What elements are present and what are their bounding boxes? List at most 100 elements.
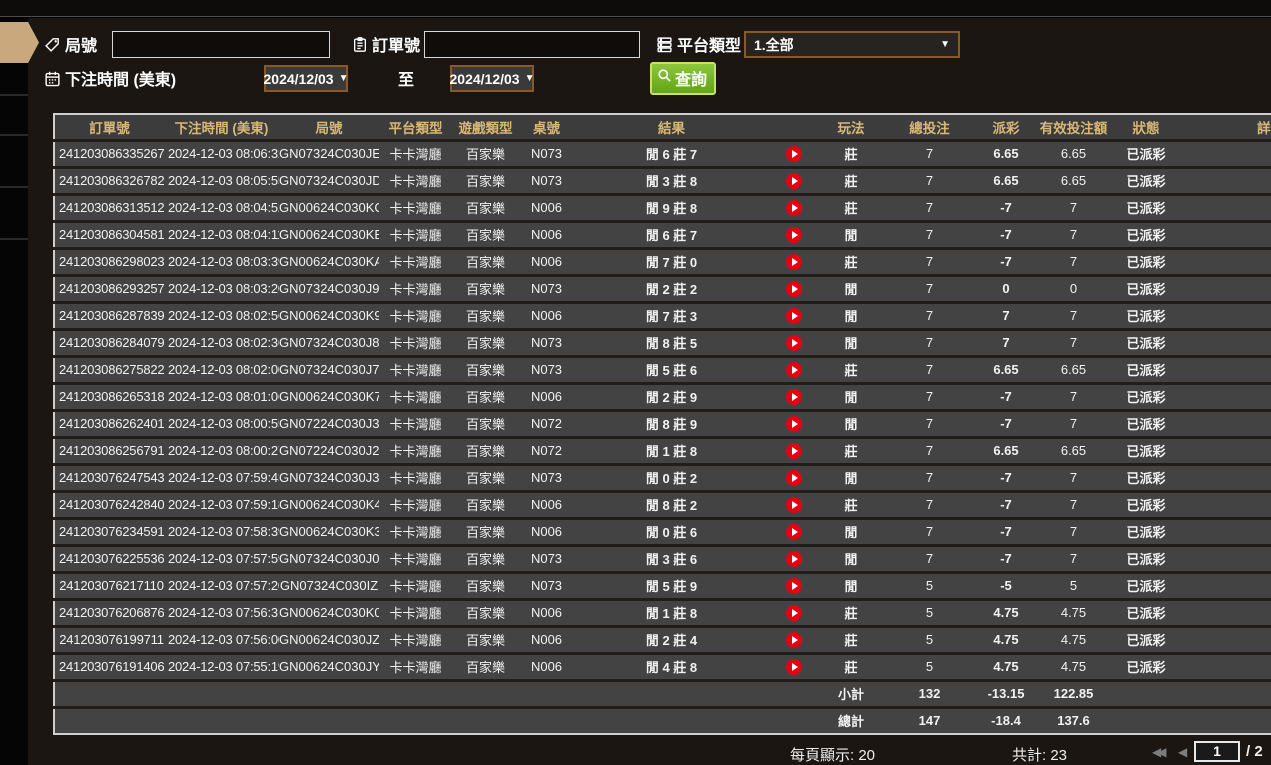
page-number-input[interactable]: 1 — [1194, 741, 1240, 762]
cell-platform: 卡卡灣廳 — [379, 329, 452, 358]
replay-play-icon[interactable] — [786, 226, 802, 243]
replay-play-icon[interactable] — [786, 658, 802, 675]
replay-play-icon[interactable] — [786, 577, 802, 594]
round-number-input[interactable] — [112, 31, 330, 58]
replay-play-icon[interactable] — [786, 253, 802, 270]
cell-total_bet: 7 — [883, 248, 976, 277]
sidebar-segment[interactable] — [0, 136, 28, 188]
cell-game_type: 百家樂 — [452, 572, 519, 601]
cell-extra — [1181, 626, 1271, 655]
cell-status: 已派彩 — [1111, 167, 1181, 196]
cell-game_type: 百家樂 — [452, 491, 519, 520]
cell-total_bet: 7 — [883, 383, 976, 412]
cell-play: 閒 — [819, 221, 883, 250]
cell-play: 莊 — [819, 653, 883, 682]
cell-game_type: 百家樂 — [452, 356, 519, 385]
cell-result: 閒 7 莊 0 — [574, 248, 769, 277]
cell-total_bet: 5 — [883, 599, 976, 628]
cell-total_bet: 7 — [883, 464, 976, 493]
subtotal-row: 小計 132 -13.15 122.85 — [54, 680, 1271, 709]
replay-play-icon[interactable] — [786, 361, 802, 378]
cell-result: 閒 0 莊 6 — [574, 518, 769, 547]
replay-play-icon[interactable] — [786, 307, 802, 324]
cell-table_no: N073 — [519, 329, 574, 358]
replay-play-icon[interactable] — [786, 604, 802, 621]
cell-valid_bet: 6.65 — [1036, 437, 1111, 466]
cell-game_type: 百家樂 — [452, 599, 519, 628]
cell-total_bet: 7 — [883, 356, 976, 385]
cell-payout: 6.65 — [976, 437, 1036, 466]
order-number-label: 訂單號 — [372, 38, 421, 55]
cell-platform: 卡卡灣廳 — [379, 248, 452, 277]
cell-order: 241203086304581 — [54, 221, 164, 250]
replay-play-icon[interactable] — [786, 280, 802, 297]
date-from-picker[interactable]: 2024/12/03 ▼ — [264, 65, 349, 92]
cell-platform: 卡卡灣廳 — [379, 221, 452, 250]
cell-result: 閒 0 莊 2 — [574, 464, 769, 493]
cell-replay — [769, 140, 819, 169]
first-page-icon[interactable]: ◀◀ — [1152, 745, 1167, 759]
cell-round: GN00624C030K0 — [279, 599, 379, 628]
date-to-picker[interactable]: 2024/12/03 ▼ — [450, 65, 535, 92]
cell-play: 莊 — [819, 167, 883, 196]
cell-round: GN07324C030J8 — [279, 329, 379, 358]
empty-cell — [1181, 680, 1271, 709]
platform-type-select[interactable]: 1.全部 ▼ — [744, 31, 960, 58]
replay-play-icon[interactable] — [786, 523, 802, 540]
order-number-input[interactable] — [424, 31, 640, 58]
cell-table_no: N006 — [519, 491, 574, 520]
cell-order: 241203076199711 — [54, 626, 164, 655]
cell-extra — [1181, 275, 1271, 304]
replay-play-icon[interactable] — [786, 334, 802, 351]
replay-play-icon[interactable] — [786, 145, 802, 162]
cell-payout: -7 — [976, 464, 1036, 493]
prev-page-icon[interactable]: ◀ — [1178, 745, 1187, 759]
table-row: 241203076247543 2024-12-03 07:59:43 GN0732… — [54, 464, 1271, 493]
cell-game_type: 百家樂 — [452, 329, 519, 358]
cell-game_type: 百家樂 — [452, 464, 519, 493]
table-row: 241203076234591 2024-12-03 07:58:39 GN0062… — [54, 518, 1271, 547]
cell-payout: -7 — [976, 383, 1036, 412]
cell-valid_bet: 7 — [1036, 410, 1111, 439]
cell-time: 2024-12-03 07:59:43 — [164, 464, 279, 493]
betting-records-page: 局號 訂單號 平台類型 1.全部 ▼ 下注時間 (美東) 2024/12/03 … — [0, 0, 1271, 765]
calendar-icon — [44, 70, 61, 87]
replay-play-icon[interactable] — [786, 388, 802, 405]
cell-result: 閒 4 莊 8 — [574, 653, 769, 682]
cell-table_no: N073 — [519, 167, 574, 196]
cell-replay — [769, 653, 819, 682]
cell-round: GN00624C030KB — [279, 221, 379, 250]
cell-order: 241203086256791 — [54, 437, 164, 466]
cell-round: GN00624C030KA — [279, 248, 379, 277]
cell-round: GN07224C030J3 — [279, 410, 379, 439]
replay-play-icon[interactable] — [786, 442, 802, 459]
cell-time: 2024-12-03 07:57:20 — [164, 572, 279, 601]
replay-play-icon[interactable] — [786, 172, 802, 189]
empty-cell — [54, 680, 164, 709]
replay-play-icon[interactable] — [786, 199, 802, 216]
cell-order: 241203076225536 — [54, 545, 164, 574]
sidebar-segment[interactable] — [0, 188, 28, 240]
replay-play-icon[interactable] — [786, 550, 802, 567]
records-total-text: 共計: 23 — [1012, 747, 1068, 764]
empty-cell — [1181, 707, 1271, 734]
cell-time: 2024-12-03 08:00:55 — [164, 410, 279, 439]
cell-platform: 卡卡灣廳 — [379, 572, 452, 601]
cell-replay — [769, 410, 819, 439]
replay-play-icon[interactable] — [786, 631, 802, 648]
page-count-suffix: / 2 — [1246, 743, 1263, 760]
search-button[interactable]: 查詢 — [650, 62, 717, 95]
chevron-down-icon: ▼ — [524, 73, 535, 84]
column-header: 訂單號 — [54, 114, 164, 142]
cell-extra — [1181, 410, 1271, 439]
cell-time: 2024-12-03 07:59:18 — [164, 491, 279, 520]
replay-play-icon[interactable] — [786, 469, 802, 486]
cell-game_type: 百家樂 — [452, 518, 519, 547]
replay-play-icon[interactable] — [786, 415, 802, 432]
replay-play-icon[interactable] — [786, 496, 802, 513]
table-row: 241203086256791 2024-12-03 08:00:27 GN0722… — [54, 437, 1271, 466]
cell-replay — [769, 329, 819, 358]
bet-time-label-group: 下注時間 (美東) — [44, 66, 176, 90]
sidebar-segment[interactable] — [0, 96, 28, 136]
cell-total_bet: 5 — [883, 626, 976, 655]
